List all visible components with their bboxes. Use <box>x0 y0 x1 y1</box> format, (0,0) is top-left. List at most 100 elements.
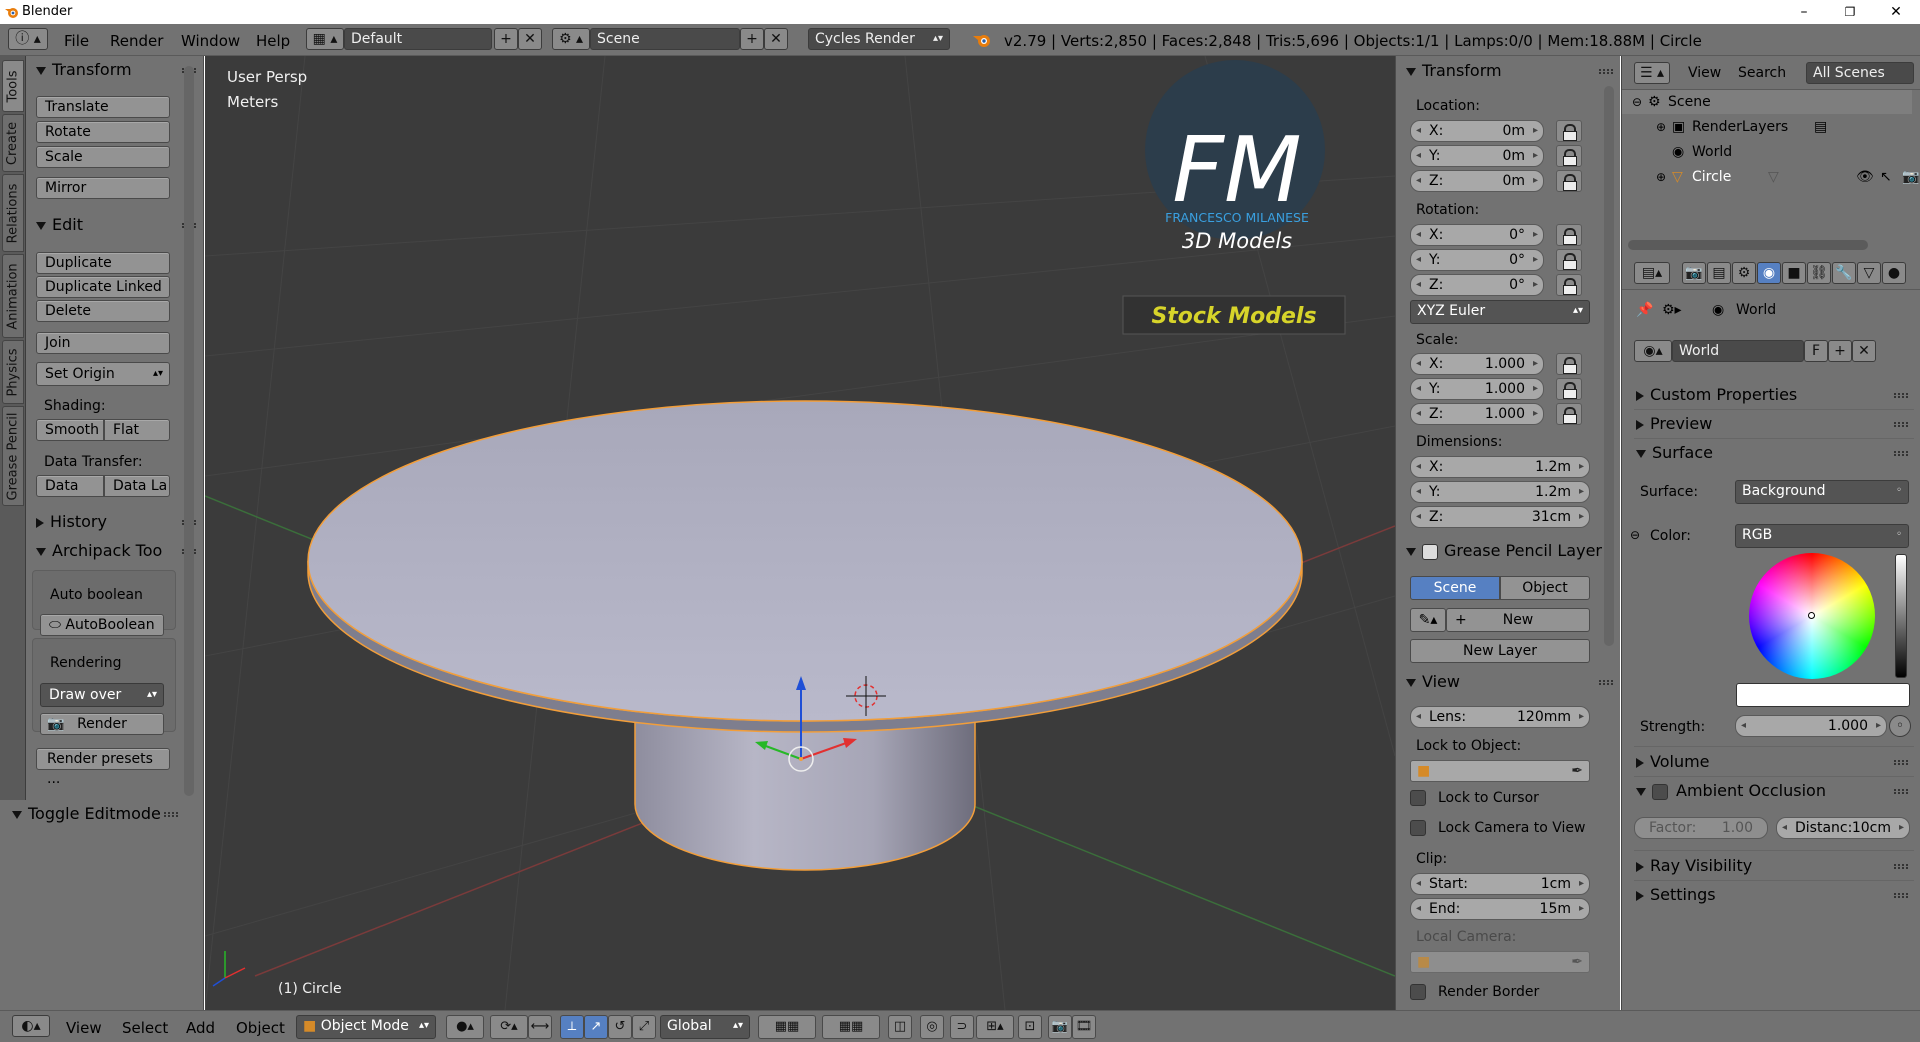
ambient-occlusion-checkbox[interactable] <box>1652 783 1668 800</box>
editor-type-info-icon[interactable]: ⓘ ▴ <box>8 28 48 50</box>
location-x-field[interactable]: ◂ X: 0m ▸ <box>1410 120 1544 142</box>
eyedropper-icon[interactable]: ✒ <box>1571 761 1583 781</box>
gp-new-layer-button[interactable]: New Layer <box>1410 639 1590 663</box>
eyedropper-icon[interactable]: ✒ <box>1571 952 1583 972</box>
autoboolean-button[interactable]: ⬭ AutoBoolean <box>40 614 164 636</box>
scale-manipulator-icon[interactable]: ⤢ <box>632 1015 656 1039</box>
view-header[interactable]: View <box>1396 669 1621 695</box>
flat-button[interactable]: Flat <box>104 419 170 441</box>
world-browse-icon[interactable]: ◉▴ <box>1634 340 1672 362</box>
drag-grip-icon[interactable] <box>1894 760 1908 765</box>
rotation-x-field[interactable]: ◂ X: 0° ▸ <box>1410 224 1544 246</box>
lock-to-cursor-checkbox[interactable] <box>1410 790 1426 806</box>
close-button[interactable]: ✕ <box>1878 1 1914 23</box>
menu-help[interactable]: Help <box>256 32 290 50</box>
data-button[interactable]: Data <box>36 475 104 497</box>
archipack-panel-header[interactable]: Archipack Too <box>26 537 204 565</box>
drag-grip-icon[interactable] <box>1894 393 1908 398</box>
screen-layout-icon[interactable]: ▦ ▴ <box>306 28 344 50</box>
rotation-mode-dropdown[interactable]: XYZ Euler ▴▾ <box>1410 300 1590 324</box>
menu-window[interactable]: Window <box>181 32 240 50</box>
add-layout-icon[interactable]: + <box>494 28 518 50</box>
render-camera-icon[interactable]: 📷 <box>1902 165 1919 189</box>
dimensions-x-field[interactable]: ◂ X: 1.2m ▸ <box>1410 456 1590 478</box>
world-tab-icon[interactable]: ◉ <box>1757 262 1781 284</box>
eye-icon[interactable]: 👁 <box>1856 165 1874 189</box>
drag-grip-icon[interactable] <box>164 812 178 817</box>
snap-toggle-icon[interactable]: ⊃ <box>950 1015 974 1039</box>
editor-type-properties-icon[interactable]: ▤▴ <box>1634 262 1670 284</box>
transform-panel-header[interactable]: Transform <box>26 56 204 84</box>
cursor-select-icon[interactable]: ↖ <box>1880 165 1892 189</box>
surface-header[interactable]: Surface <box>1636 440 1916 466</box>
editor-type-outliner-icon[interactable]: ☰ ▴ <box>1634 62 1670 84</box>
data-layers-button[interactable]: Data La <box>104 475 170 497</box>
toggle-editmode-header[interactable]: Toggle Editmode <box>2 800 180 828</box>
smooth-button[interactable]: Smooth <box>36 419 104 441</box>
strength-field[interactable]: ◂ 1.000 ▸ <box>1735 715 1887 737</box>
menu-file[interactable]: File <box>64 32 89 50</box>
outliner-row-world[interactable]: ◉ World <box>1622 140 1912 164</box>
lock-object-field[interactable]: ■ ✒ <box>1410 760 1590 782</box>
dimensions-y-field[interactable]: ◂ Y: 1.2m ▸ <box>1410 481 1590 503</box>
render-layer-icon[interactable]: ▤ <box>1814 115 1827 139</box>
drag-grip-icon[interactable] <box>1894 864 1908 869</box>
surface-shader-dropdown[interactable]: Background ◦ <box>1735 480 1909 504</box>
render-layers-tab-icon[interactable]: ▤ <box>1707 262 1731 284</box>
circle-mesh-object[interactable] <box>307 400 1303 871</box>
render-presets-button[interactable]: Render presets ... <box>36 748 170 787</box>
transform-orientation-dropdown[interactable]: Global ▴▾ <box>660 1015 750 1039</box>
menu-add[interactable]: Add <box>186 1019 215 1037</box>
tab-grease-pencil[interactable]: Grease Pencil <box>2 406 24 506</box>
object-tab-icon[interactable]: ■ <box>1782 262 1806 284</box>
display-mode-dropdown[interactable]: All Scenes <box>1806 62 1914 84</box>
draw-over-dropdown[interactable]: Draw over ▴▾ <box>40 683 164 707</box>
drag-grip-icon[interactable] <box>1894 451 1908 456</box>
custom-properties-header[interactable]: Custom Properties <box>1636 382 1916 408</box>
opengl-render-icon[interactable]: 📷 <box>1048 1015 1072 1039</box>
color-wheel[interactable] <box>1749 553 1875 679</box>
menu-view[interactable]: View <box>66 1019 102 1037</box>
lock-camera-checkbox[interactable] <box>1410 820 1426 836</box>
modifiers-tab-icon[interactable]: 🔧 <box>1832 262 1856 284</box>
interaction-mode-dropdown[interactable]: ■ Object Mode ▴▾ <box>296 1015 436 1039</box>
scene-icon[interactable]: ⚙ ▴ <box>552 28 590 50</box>
tab-physics[interactable]: Physics <box>2 340 24 404</box>
new-world-icon[interactable]: + <box>1828 340 1852 362</box>
menu-select[interactable]: Select <box>122 1019 168 1037</box>
scale-z-field[interactable]: ◂ Z: 1.000 ▸ <box>1410 403 1544 425</box>
lock-icon[interactable] <box>1556 274 1582 296</box>
ambient-occlusion-header[interactable]: Ambient Occlusion <box>1636 778 1916 804</box>
grease-pencil-checkbox[interactable] <box>1422 543 1438 560</box>
render-tab-icon[interactable]: 📷 <box>1682 262 1706 284</box>
lock-layers-icon[interactable]: ◫ <box>888 1015 912 1039</box>
edit-panel-header[interactable]: Edit <box>26 211 204 239</box>
collapse-icon[interactable]: ⊖ <box>1632 90 1642 114</box>
gp-object-toggle[interactable]: Object <box>1500 576 1590 600</box>
3d-viewport[interactable]: FM FRANCESCO MILANESE 3D Models Stock Mo… <box>205 56 1395 1010</box>
add-scene-icon[interactable]: + <box>740 28 764 50</box>
npanel-scrollbar[interactable] <box>1604 86 1614 646</box>
lock-icon[interactable] <box>1556 249 1582 271</box>
lock-icon[interactable] <box>1556 145 1582 167</box>
rotate-manipulator-icon[interactable]: ↺ <box>608 1015 632 1039</box>
outliner-search-menu[interactable]: Search <box>1738 65 1786 81</box>
expand-icon[interactable]: ⊕ <box>1656 165 1666 189</box>
preview-header[interactable]: Preview <box>1636 411 1916 437</box>
grease-pencil-icon[interactable]: ✎▴ <box>1410 608 1446 632</box>
viewport-canvas[interactable]: FM FRANCESCO MILANESE 3D Models Stock Mo… <box>205 56 1395 1010</box>
drag-grip-icon[interactable] <box>1599 69 1613 74</box>
outliner-row-scene[interactable]: ⊖ ⚙ Scene <box>1622 90 1912 114</box>
render-button[interactable]: 📷 Render <box>40 713 164 735</box>
remove-scene-icon[interactable]: ✕ <box>764 28 788 50</box>
duplicate-linked-button[interactable]: Duplicate Linked <box>36 276 170 298</box>
rotation-y-field[interactable]: ◂ Y: 0° ▸ <box>1410 249 1544 271</box>
clip-end-field[interactable]: ◂ End: 15m ▸ <box>1410 898 1590 920</box>
pivot-point-icon[interactable]: ⟳▴ <box>490 1015 528 1039</box>
local-camera-field[interactable]: ■ ✒ <box>1410 951 1590 973</box>
lock-icon[interactable] <box>1556 120 1582 142</box>
grease-pencil-layer-header[interactable]: Grease Pencil Layer <box>1396 538 1621 564</box>
tab-create[interactable]: Create <box>2 114 24 172</box>
delete-button[interactable]: Delete <box>36 300 170 322</box>
clip-start-field[interactable]: ◂ Start: 1cm ▸ <box>1410 873 1590 895</box>
